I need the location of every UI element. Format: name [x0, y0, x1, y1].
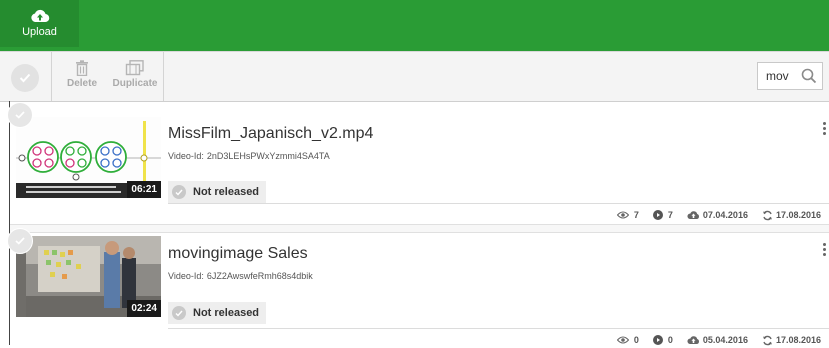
check-icon [19, 73, 31, 83]
cloud-upload-icon [687, 336, 699, 344]
action-toolbar: Delete Duplicate [0, 51, 829, 102]
status-icon [172, 306, 186, 320]
play-icon [652, 210, 663, 220]
video-list-item[interactable]: 02:24 movingimage Sales Video-Id: 6JZ2Aws… [7, 228, 829, 348]
check-icon [15, 237, 25, 245]
views-stat: 0 [616, 335, 639, 345]
video-title[interactable]: MissFilm_Japanisch_v2.mp4 [168, 125, 373, 143]
duplicate-icon [125, 60, 144, 76]
views-stat: 7 [616, 210, 639, 220]
video-id-value: 2nD3LEHsPWxYzmmi4SA4TA [206, 151, 330, 161]
release-status-badge: Not released [168, 302, 267, 324]
video-thumbnail[interactable]: 02:24 [16, 236, 161, 317]
stats-divider [168, 328, 829, 329]
upload-label: Upload [22, 26, 57, 38]
item-select-checkbox[interactable] [7, 102, 33, 128]
video-id-line: Video-Id: 6JZ2AwswfeRmh68s4dbik [168, 271, 313, 281]
plays-stat: 0 [652, 335, 673, 345]
toolbar-divider [163, 52, 164, 101]
cloud-upload-icon [30, 9, 49, 23]
video-duration: 02:24 [127, 300, 161, 317]
upload-date-stat: 07.04.2016 [687, 210, 748, 220]
top-bar: Upload [0, 0, 829, 51]
item-separator [10, 224, 829, 233]
video-title[interactable]: movingimage Sales [168, 245, 308, 263]
duplicate-label: Duplicate [112, 78, 158, 89]
release-status-text: Not released [193, 307, 260, 319]
item-select-checkbox[interactable] [7, 228, 33, 254]
video-stats: 7 7 07.04.2016 17.08.2016 [603, 207, 821, 223]
search-box[interactable] [757, 62, 823, 90]
eye-icon [616, 211, 629, 219]
refresh-icon [762, 210, 772, 220]
kebab-icon[interactable] [823, 243, 826, 258]
search-icon[interactable] [801, 68, 817, 84]
video-list-item[interactable]: 06:21 MissFilm_Japanisch_v2.mp4 Video-Id… [7, 102, 829, 225]
updated-date-stat: 17.08.2016 [762, 335, 821, 346]
release-status-badge: Not released [168, 181, 267, 203]
video-id-value: 6JZ2AwswfeRmh68s4dbik [206, 271, 313, 281]
video-stats: 0 0 05.04.2016 17.08.2016 [603, 332, 821, 348]
delete-button[interactable]: Delete [64, 60, 100, 89]
toolbar-divider [51, 52, 52, 101]
refresh-icon [762, 335, 772, 345]
select-all-checkbox[interactable] [11, 64, 39, 92]
upload-button[interactable]: Upload [0, 0, 79, 47]
delete-label: Delete [66, 78, 97, 89]
upload-date-stat: 05.04.2016 [687, 335, 748, 345]
play-icon [652, 335, 663, 345]
updated-date-stat: 17.08.2016 [762, 210, 821, 221]
upload-date: 07.04.2016 [702, 210, 748, 220]
release-status-text: Not released [193, 186, 260, 198]
status-icon [172, 185, 186, 199]
video-duration: 06:21 [127, 181, 161, 198]
video-id-label: Video-Id: [168, 151, 204, 161]
stats-divider [168, 203, 829, 204]
views-count: 0 [633, 335, 639, 345]
updated-date: 17.08.2016 [775, 335, 821, 345]
cloud-upload-icon [687, 211, 699, 219]
views-count: 7 [633, 210, 639, 220]
upload-date: 05.04.2016 [702, 335, 748, 345]
video-id-label: Video-Id: [168, 271, 204, 281]
search-input[interactable] [766, 64, 802, 88]
plays-stat: 7 [652, 210, 673, 220]
duplicate-button[interactable]: Duplicate [110, 60, 160, 89]
check-icon [15, 111, 25, 119]
eye-icon [616, 336, 629, 344]
plays-count: 0 [667, 335, 673, 345]
kebab-icon[interactable] [823, 122, 826, 137]
trash-icon [76, 60, 88, 76]
video-id-line: Video-Id: 2nD3LEHsPWxYzmmi4SA4TA [168, 151, 330, 161]
video-thumbnail[interactable]: 06:21 [16, 117, 161, 198]
updated-date: 17.08.2016 [775, 210, 821, 220]
plays-count: 7 [667, 210, 673, 220]
